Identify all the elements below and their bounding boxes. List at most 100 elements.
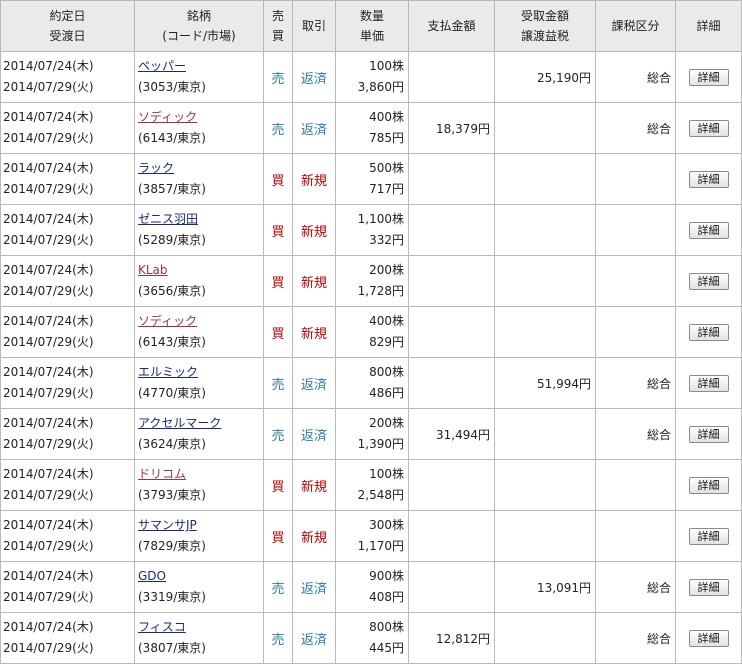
stock-name-link[interactable]: ペッパー [138, 59, 186, 73]
stock-code: (3319/東京) [138, 590, 206, 604]
stock-cell: ラック (3857/東京) [134, 153, 264, 205]
quantity: 900株 [369, 569, 404, 583]
header-dates: 約定日 受渡日 [0, 0, 135, 52]
receive-cell [494, 510, 596, 562]
detail-button[interactable]: 詳細 [688, 222, 729, 239]
stock-cell: ペッパー (3053/東京) [134, 51, 264, 103]
date-cell: 2014/07/24(木) 2014/07/29(火) [0, 510, 135, 562]
stock-name-link[interactable]: ゼニス羽田 [138, 212, 198, 226]
settle-date: 2014/07/29(火) [3, 488, 94, 502]
quantity: 1,100株 [357, 212, 404, 226]
qty-price-cell: 500株 717円 [335, 153, 409, 205]
header-stock-name: 銘柄 [186, 9, 211, 23]
tax-category-cell [595, 153, 676, 205]
exec-date: 2014/07/24(木) [3, 416, 94, 430]
quantity: 400株 [369, 110, 404, 124]
side-cell: 買 [263, 510, 293, 562]
stock-name-link[interactable]: ラック [138, 161, 174, 175]
date-cell: 2014/07/24(木) 2014/07/29(火) [0, 561, 135, 613]
unit-price: 408円 [369, 590, 404, 604]
stock-name-link[interactable]: サマンサJP [138, 518, 197, 532]
detail-button[interactable]: 詳細 [688, 579, 729, 596]
unit-price: 785円 [369, 131, 404, 145]
settle-date: 2014/07/29(火) [3, 335, 94, 349]
settle-date: 2014/07/29(火) [3, 131, 94, 145]
date-cell: 2014/07/24(木) 2014/07/29(火) [0, 408, 135, 460]
detail-cell: 詳細 [675, 51, 742, 103]
stock-name-link[interactable]: ソディック [138, 110, 197, 124]
exec-date: 2014/07/24(木) [3, 110, 94, 124]
detail-button[interactable]: 詳細 [688, 426, 729, 443]
stock-cell: ゼニス羽田 (5289/東京) [134, 204, 264, 256]
trade-type-cell: 新規 [292, 459, 336, 511]
detail-cell: 詳細 [675, 561, 742, 613]
settle-date: 2014/07/29(火) [3, 284, 94, 298]
detail-cell: 詳細 [675, 102, 742, 154]
payment-cell [408, 255, 495, 307]
tax-category-cell [595, 204, 676, 256]
date-cell: 2014/07/24(木) 2014/07/29(火) [0, 51, 135, 103]
stock-code: (6143/東京) [138, 131, 206, 145]
stock-name-link[interactable]: フィスコ [138, 620, 186, 634]
side-cell: 売 [263, 408, 293, 460]
stock-code: (7829/東京) [138, 539, 206, 553]
header-qty-price: 数量 単価 [335, 0, 409, 52]
detail-cell: 詳細 [675, 306, 742, 358]
quantity: 100株 [369, 59, 404, 73]
quantity: 400株 [369, 314, 404, 328]
stock-name-link[interactable]: アクセルマーク [138, 416, 221, 430]
stock-cell: フィスコ (3807/東京) [134, 612, 264, 664]
header-side-buy: 買 [271, 29, 284, 43]
header-qty: 数量 [359, 9, 384, 23]
stock-name-link[interactable]: KLab [138, 263, 168, 277]
header-price: 単価 [359, 29, 384, 43]
table-row: 2014/07/24(木) 2014/07/29(火) ゼニス羽田 (5289/東京)… [0, 204, 742, 256]
qty-price-cell: 400株 829円 [335, 306, 409, 358]
unit-price: 1,390円 [357, 437, 404, 451]
date-cell: 2014/07/24(木) 2014/07/29(火) [0, 204, 135, 256]
detail-button[interactable]: 詳細 [688, 273, 729, 290]
stock-name-link[interactable]: GDO [138, 569, 166, 583]
stock-name-link[interactable]: ドリコム [138, 467, 186, 481]
payment-cell [408, 51, 495, 103]
detail-cell: 詳細 [675, 510, 742, 562]
exec-date: 2014/07/24(木) [3, 59, 94, 73]
qty-price-cell: 300株 1,170円 [335, 510, 409, 562]
stock-name-link[interactable]: エルミック [138, 365, 198, 379]
date-cell: 2014/07/24(木) 2014/07/29(火) [0, 306, 135, 358]
stock-code: (3656/東京) [138, 284, 206, 298]
qty-price-cell: 200株 1,728円 [335, 255, 409, 307]
stock-code: (3793/東京) [138, 488, 206, 502]
tax-category-cell: 総合 [595, 408, 676, 460]
stock-cell: エルミック (4770/東京) [134, 357, 264, 409]
trade-type-cell: 新規 [292, 306, 336, 358]
trade-type-cell: 返済 [292, 357, 336, 409]
stock-name-link[interactable]: ソディック [138, 314, 197, 328]
payment-cell [408, 153, 495, 205]
detail-button[interactable]: 詳細 [688, 69, 729, 86]
side-cell: 売 [263, 561, 293, 613]
header-detail: 詳細 [675, 0, 742, 52]
detail-button[interactable]: 詳細 [688, 477, 729, 494]
date-cell: 2014/07/24(木) 2014/07/29(火) [0, 255, 135, 307]
detail-button[interactable]: 詳細 [688, 171, 729, 188]
table-row: 2014/07/24(木) 2014/07/29(火) サマンサJP (7829/東京… [0, 510, 742, 562]
quantity: 100株 [369, 467, 404, 481]
detail-button[interactable]: 詳細 [688, 528, 729, 545]
detail-button[interactable]: 詳細 [688, 630, 729, 647]
unit-price: 717円 [369, 182, 404, 196]
settle-date: 2014/07/29(火) [3, 386, 94, 400]
detail-button[interactable]: 詳細 [688, 324, 729, 341]
stock-code: (3624/東京) [138, 437, 206, 451]
stock-code: (3857/東京) [138, 182, 206, 196]
detail-cell: 詳細 [675, 255, 742, 307]
detail-cell: 詳細 [675, 357, 742, 409]
header-stock-code: (コード/市場) [162, 29, 236, 43]
settle-date: 2014/07/29(火) [3, 641, 94, 655]
qty-price-cell: 100株 2,548円 [335, 459, 409, 511]
detail-button[interactable]: 詳細 [688, 375, 729, 392]
exec-date: 2014/07/24(木) [3, 365, 94, 379]
qty-price-cell: 800株 486円 [335, 357, 409, 409]
receive-cell [494, 102, 596, 154]
detail-button[interactable]: 詳細 [688, 120, 729, 137]
